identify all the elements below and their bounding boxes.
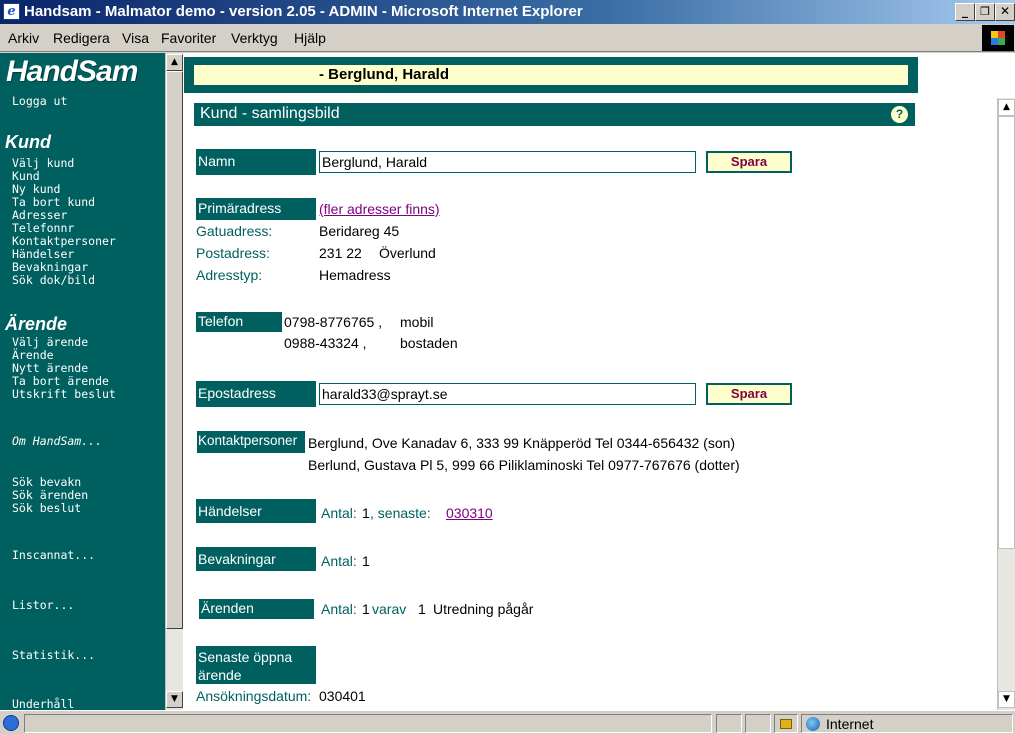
lock-icon	[780, 719, 792, 729]
left-navigation: HandSam Logga ut Kund Välj kund Kund Ny …	[0, 53, 165, 710]
arenden-antal: 1	[362, 601, 370, 617]
bevakningar-label: Bevakningar	[196, 547, 316, 571]
minimize-button[interactable]: _	[955, 3, 975, 21]
arenden-status: Utredning pågår	[433, 601, 534, 617]
main-scrollbar[interactable]: ▲ ▼	[997, 98, 1015, 710]
namn-save-button[interactable]: Spara	[706, 151, 792, 173]
window-title: Handsam - Malmator demo - version 2.05 -…	[24, 3, 583, 20]
more-addresses-link[interactable]: (fler adresser finns)	[319, 201, 440, 217]
status-zone-panel: Internet	[801, 714, 1013, 733]
nav-sok-dok-bild[interactable]: Sök dok/bild	[12, 274, 95, 287]
windows-logo-icon	[982, 25, 1014, 51]
city-value: Överlund	[379, 245, 436, 261]
epost-label: Epostadress	[196, 381, 316, 407]
section-title: Kund - samlingsbild	[200, 105, 340, 122]
scroll-down-icon[interactable]: ▼	[166, 691, 183, 708]
senaste-arende-label: Senaste öppna ärende	[196, 646, 316, 684]
nav-underhall[interactable]: Underhåll	[12, 698, 74, 711]
status-text-panel	[24, 714, 712, 733]
nav-om-handsam[interactable]: Om HandSam...	[12, 435, 102, 448]
epost-input[interactable]: harald33@sprayt.se	[319, 383, 696, 405]
zone-label: Internet	[826, 716, 874, 732]
nav-sok-beslut[interactable]: Sök beslut	[12, 502, 81, 515]
arenden-varav: 1	[418, 601, 426, 617]
main-scroll-down-icon[interactable]: ▼	[998, 691, 1015, 708]
epost-save-button[interactable]: Spara	[706, 383, 792, 405]
nav-listor[interactable]: Listor...	[12, 599, 74, 612]
namn-input[interactable]: Berglund, Harald	[319, 151, 696, 173]
menu-bar: Arkiv Redigera Visa Favoriter Verktyg Hj…	[0, 24, 1015, 52]
menu-verktyg[interactable]: Verktyg	[231, 30, 278, 46]
address-type-label: Adresstyp:	[196, 267, 263, 283]
menu-arkiv[interactable]: Arkiv	[8, 30, 39, 46]
contact-person-1: Berglund, Ove Kanadav 6, 333 99 Knäpperö…	[308, 435, 736, 451]
contact-person-2: Berlund, Gustava Pl 5, 999 66 Piliklamin…	[308, 457, 740, 473]
postcode-value: 231 22	[319, 245, 362, 261]
menu-hjalp[interactable]: Hjälp	[294, 30, 326, 46]
nav-scrollbar[interactable]: ▲ ▼	[165, 53, 183, 710]
kund-heading: Kund	[5, 132, 51, 152]
main-content: - Berglund, Harald Kund - samlingsbild ?…	[184, 53, 997, 710]
handelser-antal: 1	[362, 505, 370, 521]
phone-number-1: 0798-8776765 ,	[284, 314, 383, 330]
arenden-antal-label: Antal:	[321, 601, 357, 617]
customer-header: - Berglund, Harald	[194, 65, 908, 85]
restore-button[interactable]: ❐	[975, 3, 995, 21]
address-type-value: Hemadress	[319, 267, 391, 283]
scroll-up-icon[interactable]: ▲	[166, 54, 183, 71]
namn-label: Namn	[196, 149, 316, 175]
telefon-label: Telefon	[196, 312, 282, 332]
close-button[interactable]: ✕	[995, 3, 1015, 21]
status-lock-panel	[774, 714, 798, 733]
bevakningar-antal: 1	[362, 553, 370, 569]
ie-icon[interactable]: e	[3, 3, 20, 20]
main-scroll-up-icon[interactable]: ▲	[998, 99, 1015, 116]
phone-type-1: mobil	[400, 314, 434, 330]
ansokningsdatum-label: Ansökningsdatum:	[196, 688, 312, 704]
arenden-label: Ärenden	[199, 599, 314, 619]
arenden-varav-label: varav	[372, 601, 407, 617]
main-scroll-thumb[interactable]	[998, 116, 1015, 549]
postal-label: Postadress:	[196, 245, 270, 261]
scroll-thumb[interactable]	[166, 71, 183, 629]
nav-utskrift-beslut[interactable]: Utskrift beslut	[12, 388, 116, 401]
phone-type-2: bostaden	[400, 335, 458, 351]
page-area: HandSam Logga ut Kund Välj kund Kund Ny …	[0, 53, 1015, 710]
customer-name-title: - Berglund, Harald	[319, 66, 450, 83]
status-bar: Internet	[0, 710, 1015, 734]
status-panel-1	[716, 714, 742, 733]
status-panel-2	[745, 714, 771, 733]
menu-redigera[interactable]: Redigera	[53, 30, 110, 46]
menu-visa[interactable]: Visa	[122, 30, 149, 46]
internet-globe-icon	[806, 717, 820, 731]
help-icon[interactable]: ?	[891, 106, 908, 123]
logout-link[interactable]: Logga ut	[12, 95, 67, 108]
handelser-senaste-link[interactable]: 030310	[446, 505, 493, 521]
handelser-antal-label: Antal:	[321, 505, 357, 521]
handsam-logo: HandSam	[6, 55, 138, 88]
handelser-senaste-label: , senaste:	[370, 505, 431, 521]
arende-heading: Ärende	[5, 314, 68, 334]
bevakningar-antal-label: Antal:	[321, 553, 357, 569]
menu-favoriter[interactable]: Favoriter	[161, 30, 216, 46]
handelser-label: Händelser	[196, 499, 316, 523]
title-bar: e Handsam - Malmator demo - version 2.05…	[0, 0, 1015, 24]
section-title-bar: Kund - samlingsbild ?	[194, 103, 915, 126]
nav-inscannat[interactable]: Inscannat...	[12, 549, 95, 562]
nav-statistik[interactable]: Statistik...	[12, 649, 95, 662]
ansokningsdatum-value: 030401	[319, 688, 366, 704]
kontaktpersoner-label: Kontaktpersoner	[197, 431, 305, 453]
primaradress-label: Primäradress	[196, 198, 316, 220]
phone-number-2: 0988-43324 ,	[284, 335, 367, 351]
street-value: Beridareg 45	[319, 223, 400, 239]
street-label: Gatuadress:	[196, 223, 273, 239]
page-status-icon	[3, 715, 19, 731]
customer-header-bar: - Berglund, Harald	[184, 57, 918, 93]
